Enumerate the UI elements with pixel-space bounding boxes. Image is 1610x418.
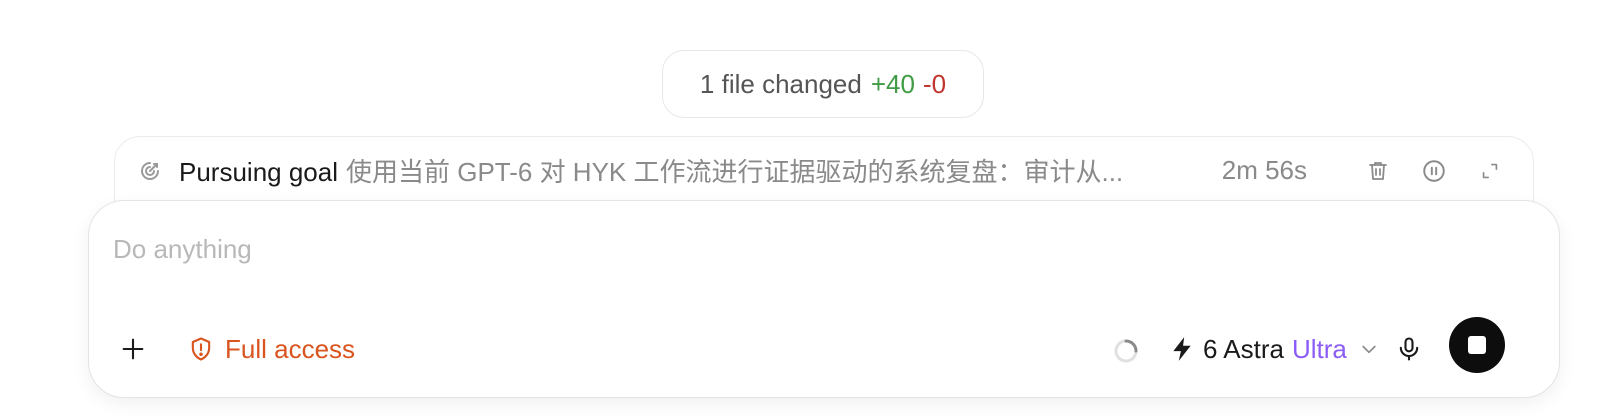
files-changed-summary[interactable]: 1 file changed +40 -0: [662, 50, 984, 118]
delete-goal-button[interactable]: [1363, 156, 1393, 186]
add-attachment-button[interactable]: [115, 331, 151, 367]
goal-elapsed-time: 2m 56s: [1221, 155, 1307, 185]
access-mode-button[interactable]: Full access: [187, 329, 355, 369]
voice-input-button[interactable]: [1389, 329, 1429, 369]
model-selector[interactable]: 6 Astra Ultra: [1171, 329, 1379, 369]
shield-alert-icon: [187, 335, 215, 363]
access-mode-label: Full access: [225, 333, 356, 364]
plus-icon: [122, 338, 144, 360]
microphone-icon: [1399, 337, 1419, 361]
goal-target-icon: [137, 158, 163, 184]
pause-icon: [1423, 159, 1445, 182]
pause-goal-button[interactable]: [1419, 156, 1449, 186]
lines-removed-count: -0: [922, 68, 947, 99]
expand-goal-button[interactable]: [1475, 156, 1505, 186]
prompt-input[interactable]: [113, 229, 1413, 269]
goal-description: Pursuing goal 使用当前 GPT-6 对 HYK 工作流进行证据驱动的…: [179, 152, 1186, 189]
trash-icon: [1369, 161, 1387, 180]
model-tier: Ultra: [1291, 333, 1347, 364]
stop-generation-button[interactable]: [1449, 317, 1505, 373]
files-changed-label: 1 file changed: [699, 68, 862, 99]
chevron-down-icon: [1359, 339, 1379, 359]
bolt-icon: [1171, 336, 1193, 362]
expand-icon: [1482, 163, 1498, 178]
message-composer: Full access 6 Astra Ultra: [88, 200, 1560, 398]
stop-icon: [1468, 336, 1486, 354]
model-name: 6 Astra: [1203, 333, 1284, 364]
lines-added-count: +40: [870, 68, 915, 99]
goal-text: 使用当前 GPT-6 对 HYK 工作流进行证据驱动的系统复盘：审计从...: [346, 157, 1124, 187]
loading-spinner-icon: [1113, 338, 1139, 364]
chat-composer-area: 1 file changed +40 -0 Pursuing goal 使用当前 …: [0, 0, 1610, 418]
goal-lead-label: Pursuing goal: [179, 157, 338, 187]
